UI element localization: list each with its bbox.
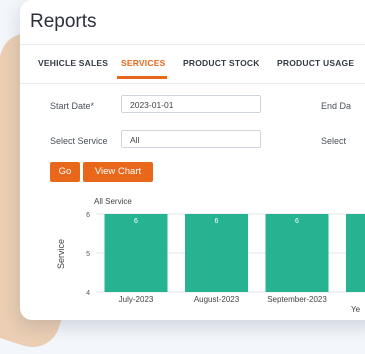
page-title: Reports [30, 11, 97, 32]
active-tab-indicator [117, 76, 167, 79]
x-tick-label: August-2023 [194, 295, 240, 304]
x-axis-label: Ye [351, 305, 361, 314]
tab-services[interactable]: SERVICES [121, 58, 165, 68]
tab-product-usage[interactable]: PRODUCT USAGE [277, 58, 354, 68]
select-right-label: Select [321, 136, 347, 146]
bar-value-label: 6 [295, 218, 299, 225]
start-date-input[interactable]: 2023-01-01 [121, 95, 261, 113]
chart-title: All Service [94, 197, 132, 206]
reports-card: Reports VEHICLE SALES SERVICES PRODUCT S… [20, 0, 365, 320]
tab-product-stock[interactable]: PRODUCT STOCK [183, 58, 260, 68]
bar[interactable] [265, 214, 329, 292]
services-bar-chart: All Service Service Ye 6 5 4 6 July-2023 6 Aug… [56, 197, 365, 314]
bar[interactable] [346, 214, 365, 292]
page-header: Reports [20, 0, 365, 45]
bar[interactable] [104, 214, 168, 292]
tab-bar: VEHICLE SALES SERVICES PRODUCT STOCK PRO… [20, 45, 365, 84]
y-tick-label: 6 [86, 212, 90, 219]
bar-value-label: 6 [134, 218, 138, 225]
x-tick-label: July-2023 [119, 295, 154, 304]
tab-vehicle-sales[interactable]: VEHICLE SALES [38, 58, 108, 68]
bar[interactable] [185, 214, 248, 292]
end-date-label: End Da [321, 101, 352, 111]
go-button[interactable]: Go [50, 162, 80, 182]
select-service-label: Select Service [50, 136, 108, 146]
y-axis-label: Service [56, 239, 66, 269]
x-tick-label: September-2023 [267, 295, 327, 304]
y-tick-label: 4 [86, 290, 90, 297]
view-chart-button[interactable]: View Chart [83, 162, 153, 182]
start-date-label: Start Date* [50, 101, 95, 111]
select-service-dropdown[interactable]: All [121, 130, 261, 148]
y-tick-label: 5 [86, 251, 90, 258]
bar-value-label: 6 [215, 218, 219, 225]
